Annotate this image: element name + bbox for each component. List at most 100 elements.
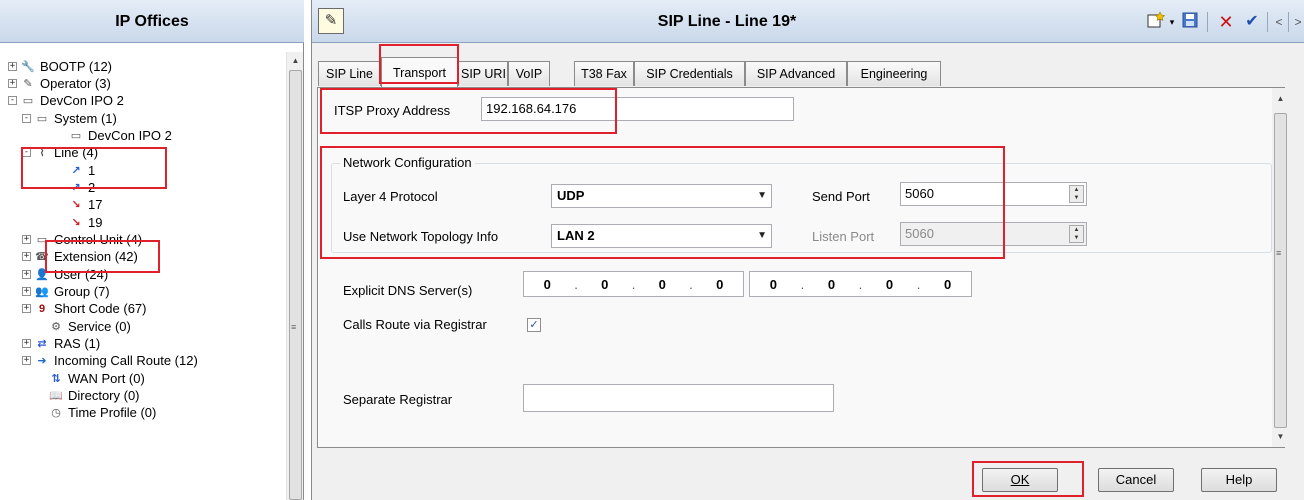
tree-item-label: Operator (3) xyxy=(40,76,111,91)
expand-icon[interactable]: + xyxy=(22,235,31,244)
expand-icon[interactable]: + xyxy=(22,252,31,261)
calls-route-checkbox[interactable]: ✓ xyxy=(527,318,541,332)
tree-item[interactable]: ↗ 1 xyxy=(56,162,95,179)
send-port-spinner[interactable]: ▲ ▼ xyxy=(1069,185,1084,203)
ok-button[interactable]: OK xyxy=(982,468,1058,492)
scroll-up-arrow[interactable]: ▲ xyxy=(287,52,304,69)
scroll-down-arrow[interactable]: ▼ xyxy=(1272,428,1289,445)
listen-port-input: 5060 ▲ ▼ xyxy=(900,222,1087,246)
tab-transport[interactable]: Transport xyxy=(381,57,458,87)
listen-port-value: 5060 xyxy=(905,226,934,241)
service-icon: ⚙ xyxy=(51,320,61,333)
layer4-protocol-value: UDP xyxy=(557,188,585,203)
ok-button-label: OK xyxy=(1010,472,1030,487)
tree-item[interactable]: 📖 Directory (0) xyxy=(36,387,139,404)
tree-item[interactable]: + ⇄ RAS (1) xyxy=(22,335,100,352)
tab-engineering[interactable]: Engineering xyxy=(847,61,941,86)
listen-port-label: Listen Port xyxy=(812,229,875,244)
expand-icon[interactable]: + xyxy=(22,356,31,365)
layer4-protocol-select[interactable]: UDP ▼ xyxy=(551,184,772,208)
editor-title: SIP Line - Line 19* xyxy=(657,13,797,30)
form-scrollbar[interactable]: ▲ ≡ ▼ xyxy=(1272,88,1289,447)
system-icon: ▭ xyxy=(36,112,48,125)
save-icon[interactable] xyxy=(1180,11,1200,33)
expand-icon[interactable]: + xyxy=(22,270,31,279)
tree-item[interactable]: + ▭ Control Unit (4) xyxy=(22,231,142,248)
tree-item[interactable]: - ⌇ Line (4) xyxy=(22,144,98,161)
time-profile-icon: ◷ xyxy=(51,406,61,419)
new-icon[interactable] xyxy=(1146,11,1166,33)
forward-icon[interactable]: > xyxy=(1291,11,1304,33)
tree-item[interactable]: + ☎ Extension (42) xyxy=(22,248,138,265)
tree-item[interactable]: ↘ 19 xyxy=(56,214,102,231)
itsp-proxy-input[interactable]: 192.168.64.176 xyxy=(481,97,794,121)
dns-server-1-input[interactable]: 0. 0. 0. 0 xyxy=(523,271,744,297)
tab-sip-credentials[interactable]: SIP Credentials xyxy=(634,61,745,86)
ras-icon: ⇄ xyxy=(37,337,47,350)
tab-sip-advanced[interactable]: SIP Advanced xyxy=(745,61,847,86)
scrollbar-thumb[interactable] xyxy=(289,70,302,500)
tree-item[interactable]: ⇅ WAN Port (0) xyxy=(36,370,144,387)
itsp-proxy-label: ITSP Proxy Address xyxy=(334,103,451,118)
back-icon[interactable]: < xyxy=(1272,11,1286,33)
chevron-down-icon[interactable]: ▼ xyxy=(757,185,767,207)
tree-item[interactable]: + ✎ Operator (3) xyxy=(8,75,111,92)
chevron-down-icon[interactable]: ▼ xyxy=(757,225,767,247)
explicit-dns-label: Explicit DNS Server(s) xyxy=(343,283,473,298)
dns-server-2-input[interactable]: 0. 0. 0. 0 xyxy=(749,271,972,297)
line-item-icon: ↗ xyxy=(71,164,81,177)
tab-t38-fax[interactable]: T38 Fax xyxy=(574,61,634,86)
tree-item[interactable]: + 🔧 BOOTP (12) xyxy=(8,58,112,75)
collapse-icon[interactable]: - xyxy=(8,96,17,105)
dropdown-icon[interactable]: ▾ xyxy=(1167,11,1177,33)
dns1-octet: 0 xyxy=(658,276,666,292)
expand-icon[interactable]: + xyxy=(8,79,17,88)
tree-item[interactable]: + 👤 User (24) xyxy=(22,266,108,283)
tab-sip-uri[interactable]: SIP URI xyxy=(458,61,508,86)
tree-item-label: Short Code (67) xyxy=(54,301,147,316)
expand-icon[interactable]: + xyxy=(22,339,31,348)
tree-connector xyxy=(36,374,45,383)
wan-port-icon: ⇅ xyxy=(51,372,61,385)
collapse-icon[interactable]: - xyxy=(22,114,31,123)
tree-item-label: Line (4) xyxy=(54,145,99,160)
scrollbar-thumb[interactable] xyxy=(1274,113,1287,428)
send-port-input[interactable]: 5060 ▲ ▼ xyxy=(900,182,1087,206)
tree-item[interactable]: ↘ 17 xyxy=(56,196,102,213)
validate-icon[interactable]: ✔ xyxy=(1242,11,1262,33)
tree-item[interactable]: +9 Short Code (67) xyxy=(22,300,147,317)
tree-item[interactable]: ↗ 2 xyxy=(56,179,95,196)
line-editor-pane: ✎ SIP Line - Line 19* ▾ ✕ ✔ < > SIP Line… xyxy=(311,0,1304,500)
tree-item[interactable]: - ▭ System (1) xyxy=(22,110,117,127)
cancel-button[interactable]: Cancel xyxy=(1098,468,1174,492)
tree-item[interactable]: ⚙ Service (0) xyxy=(36,318,131,335)
sip-line-icon: ↘ xyxy=(71,216,81,229)
tree-item-label: BOOTP (12) xyxy=(40,59,113,74)
separate-registrar-label: Separate Registrar xyxy=(343,392,453,407)
control-unit-icon: ▭ xyxy=(36,233,48,246)
expand-icon[interactable]: + xyxy=(22,287,31,296)
network-topology-select[interactable]: LAN 2 ▼ xyxy=(551,224,772,248)
scroll-up-arrow[interactable]: ▲ xyxy=(1272,90,1289,107)
delete-icon[interactable]: ✕ xyxy=(1216,11,1236,33)
tab-voip[interactable]: VoIP xyxy=(508,61,550,86)
tree-item[interactable]: - ▭ DevCon IPO 2 xyxy=(8,92,124,109)
collapse-icon[interactable]: - xyxy=(22,148,31,157)
tree-scrollbar[interactable]: ▲ ≡ xyxy=(286,52,303,500)
short-code-icon: 9 xyxy=(38,302,46,315)
tree-item[interactable]: + ➜ Incoming Call Route (12) xyxy=(22,352,198,369)
tree-connector xyxy=(36,322,45,331)
tree-item-label: System (1) xyxy=(54,111,117,126)
expand-icon[interactable]: + xyxy=(8,62,17,71)
dns2-octet: 0 xyxy=(827,276,836,292)
ip-offices-title: IP Offices xyxy=(0,0,304,43)
tree-item[interactable]: ▭ DevCon IPO 2 xyxy=(56,127,172,144)
help-button[interactable]: Help xyxy=(1201,468,1277,492)
sip-line-icon: ↘ xyxy=(71,198,81,211)
tree-item[interactable]: ◷ Time Profile (0) xyxy=(36,404,156,421)
expand-icon[interactable]: + xyxy=(22,304,31,313)
separate-registrar-input[interactable] xyxy=(523,384,834,412)
tree-item[interactable]: + 👥 Group (7) xyxy=(22,283,110,300)
tab-sip-line[interactable]: SIP Line xyxy=(318,61,381,86)
group-icon: 👥 xyxy=(35,285,49,298)
